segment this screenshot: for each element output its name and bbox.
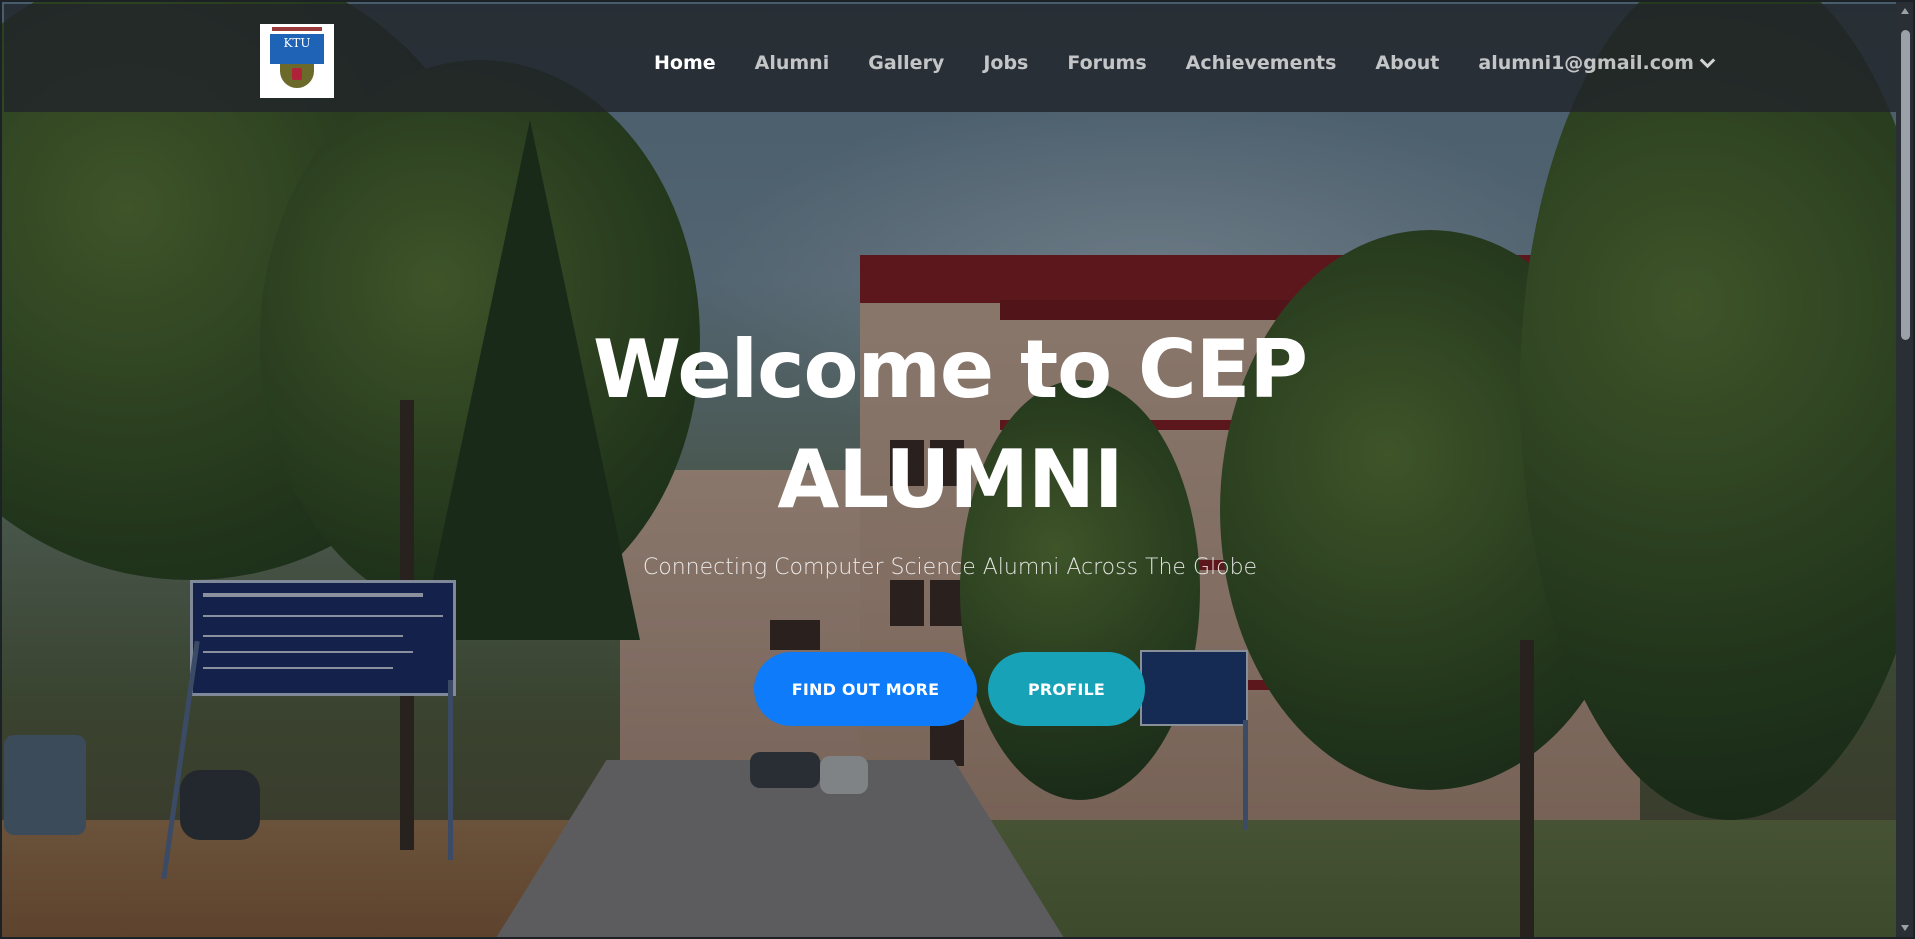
nav-alumni[interactable]: Alumni	[755, 52, 830, 74]
nav-jobs[interactable]: Jobs	[983, 52, 1028, 74]
find-out-more-button[interactable]: FIND OUT MORE	[754, 652, 977, 726]
nav-about[interactable]: About	[1375, 52, 1439, 74]
nav-home[interactable]: Home	[654, 52, 716, 74]
scroll-down-arrow-icon[interactable]	[1901, 925, 1909, 931]
user-menu[interactable]: alumni1@gmail.com	[1478, 52, 1716, 74]
logo-seal	[292, 68, 302, 80]
navbar: KTU Home Alumni Gallery Jobs Forums Achi…	[4, 4, 1896, 112]
chevron-down-icon	[1699, 52, 1716, 68]
logo-text: KTU	[283, 36, 311, 50]
nav-links: Home Alumni Gallery Jobs Forums Achievem…	[654, 48, 1752, 78]
hero-title-line1: Welcome to CEP	[593, 323, 1308, 416]
user-email: alumni1@gmail.com	[1478, 52, 1694, 74]
logo-banner	[272, 27, 322, 31]
profile-button[interactable]: PROFILE	[988, 652, 1145, 726]
nav-achievements[interactable]: Achievements	[1186, 52, 1337, 74]
nav-gallery[interactable]: Gallery	[868, 52, 944, 74]
scrollbar-thumb[interactable]	[1901, 30, 1910, 340]
hero-subtitle: Connecting Computer Science Alumni Acros…	[642, 555, 1258, 580]
site-logo[interactable]: KTU	[260, 24, 334, 98]
nav-forums[interactable]: Forums	[1067, 52, 1146, 74]
hero-title-line2: ALUMNI	[777, 433, 1123, 526]
scrollbar[interactable]	[1896, 0, 1915, 939]
hero-title: Welcome to CEP ALUMNI	[540, 315, 1360, 535]
scroll-up-arrow-icon[interactable]	[1901, 8, 1909, 14]
